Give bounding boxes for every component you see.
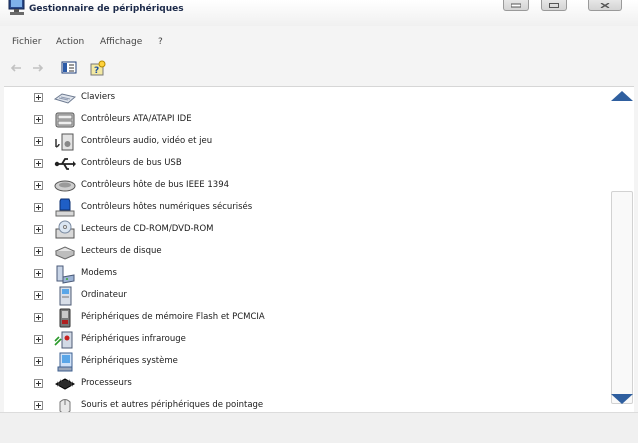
tree-item[interactable]: Lecteurs de CD-ROM/DVD-ROM <box>4 220 604 240</box>
tree-item[interactable]: Lecteurs de disque <box>4 242 604 262</box>
tree-item[interactable]: Ordinateur <box>4 286 604 306</box>
tree-item[interactable]: Contrôleurs ATA/ATAPI IDE <box>4 110 604 130</box>
expand-icon[interactable] <box>34 159 43 168</box>
expand-icon[interactable] <box>34 313 43 322</box>
tree-item[interactable]: Processeurs <box>4 374 604 394</box>
maximize-icon <box>549 1 559 8</box>
properties-icon[interactable] <box>61 60 77 76</box>
computer-icon <box>54 286 76 306</box>
back-arrow-icon[interactable] <box>8 60 24 76</box>
mouse-icon <box>54 396 76 413</box>
expand-icon[interactable] <box>34 247 43 256</box>
menu-affichage[interactable]: Affichage <box>100 37 142 47</box>
tree-item-label: Claviers <box>81 92 116 102</box>
toolbar: ? <box>0 58 638 80</box>
scrollbar-thumb[interactable] <box>611 191 633 404</box>
tree-item[interactable]: Contrôleurs hôtes numériques sécurisés <box>4 198 604 218</box>
expand-icon[interactable] <box>34 269 43 278</box>
firewire-icon <box>54 176 76 196</box>
system-device-icon <box>54 352 76 372</box>
audio-icon <box>54 132 76 152</box>
tree-item-label: Périphériques de mémoire Flash et PCMCIA <box>81 312 265 322</box>
tree-item-label: Processeurs <box>81 378 132 388</box>
minimize-icon <box>510 1 522 8</box>
menu-action[interactable]: Action <box>56 37 84 47</box>
tree-item[interactable]: Contrôleurs hôte de bus IEEE 1394 <box>4 176 604 196</box>
tree-item[interactable]: Périphériques de mémoire Flash et PCMCIA <box>4 308 604 328</box>
tree-item[interactable]: Périphériques infrarouge <box>4 330 604 350</box>
expand-icon[interactable] <box>34 137 43 146</box>
expand-icon[interactable] <box>34 225 43 234</box>
modem-icon <box>54 264 76 284</box>
usb-icon <box>54 154 76 174</box>
tree-item-label: Ordinateur <box>81 290 127 300</box>
flash-memory-icon <box>54 308 76 328</box>
processor-icon <box>54 374 76 394</box>
tree-item[interactable]: Modems <box>4 264 604 284</box>
sd-host-icon <box>54 198 76 218</box>
tree-item[interactable]: Contrôleurs audio, vidéo et jeu <box>4 132 604 152</box>
help-icon[interactable]: ? <box>90 60 106 76</box>
maximize-button[interactable] <box>541 0 567 11</box>
tree-item[interactable]: Souris et autres périphériques de pointa… <box>4 396 604 413</box>
tree-item-label: Contrôleurs ATA/ATAPI IDE <box>81 114 192 124</box>
expand-icon[interactable] <box>34 401 43 410</box>
expand-icon[interactable] <box>34 181 43 190</box>
expand-icon[interactable] <box>34 357 43 366</box>
scroll-down-arrow-icon[interactable] <box>610 391 634 407</box>
tree-item-label: Modems <box>81 268 117 278</box>
tree-item-label: Contrôleurs hôte de bus IEEE 1394 <box>81 180 230 190</box>
tree-item[interactable]: Claviers <box>4 88 604 108</box>
close-button[interactable] <box>588 0 622 11</box>
ide-controller-icon <box>54 110 76 130</box>
tree-item-label: Périphériques système <box>81 356 178 366</box>
expand-icon[interactable] <box>34 93 43 102</box>
tree-item[interactable]: Périphériques système <box>4 352 604 372</box>
tree-item-label: Contrôleurs hôtes numériques sécurisés <box>81 202 253 212</box>
expand-icon[interactable] <box>34 291 43 300</box>
window-title: Gestionnaire de périphériques <box>29 4 184 14</box>
tree-item-label: Contrôleurs audio, vidéo et jeu <box>81 136 213 146</box>
menu-bar: Fichier Action Affichage ? <box>0 34 638 52</box>
device-manager-icon <box>8 0 26 18</box>
svg-text:?: ? <box>94 66 99 76</box>
cdrom-icon <box>54 220 76 240</box>
expand-icon[interactable] <box>34 379 43 388</box>
tree-item-label: Contrôleurs de bus USB <box>81 158 182 168</box>
infrared-icon <box>54 330 76 350</box>
expand-icon[interactable] <box>34 335 43 344</box>
disk-drive-icon <box>54 242 76 262</box>
tree-item[interactable]: Contrôleurs de bus USB <box>4 154 604 174</box>
expand-icon[interactable] <box>34 115 43 124</box>
expand-icon[interactable] <box>34 203 43 212</box>
tree-item-label: Périphériques infrarouge <box>81 334 186 344</box>
tree-item-label: Souris et autres périphériques de pointa… <box>81 400 264 410</box>
close-icon <box>600 1 610 9</box>
title-bar: Gestionnaire de périphériques <box>0 0 638 26</box>
menu-help[interactable]: ? <box>158 37 163 47</box>
device-tree: Claviers Contrôleurs ATA/ATAPI IDE Contr… <box>4 86 634 413</box>
minimize-button[interactable] <box>503 0 529 11</box>
menu-fichier[interactable]: Fichier <box>12 37 41 47</box>
forward-arrow-icon[interactable] <box>30 60 46 76</box>
keyboard-icon <box>53 88 77 108</box>
tree-item-label: Lecteurs de CD-ROM/DVD-ROM <box>81 224 214 234</box>
scroll-up-arrow-icon[interactable] <box>610 88 634 104</box>
status-bar <box>0 412 638 443</box>
tree-item-label: Lecteurs de disque <box>81 246 162 256</box>
